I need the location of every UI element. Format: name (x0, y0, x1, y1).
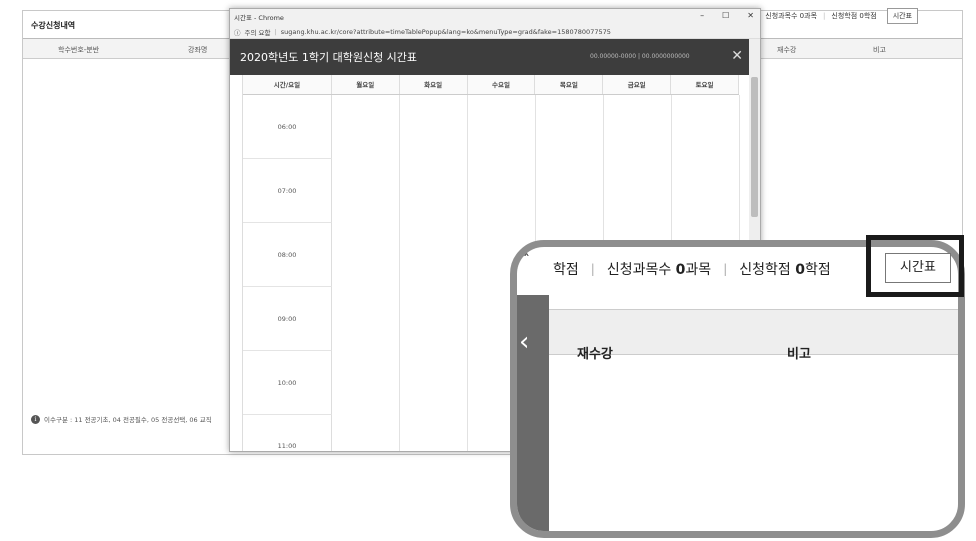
separator: | (823, 12, 826, 20)
day-column-monday (332, 95, 400, 451)
time-slot: 11:00 (243, 415, 332, 451)
course-type-note-text: 이수구분 : 11 전공기초, 04 전공필수, 05 전공선택, 06 교직 (44, 416, 212, 424)
course-type-note: i 이수구분 : 11 전공기초, 04 전공필수, 05 전공선택, 06 교… (31, 414, 212, 424)
student-info: 00.00000-0000 | 00.0000000000 (590, 53, 690, 60)
column-retake: 재수강 (777, 46, 797, 54)
scrollbar-thumb[interactable] (751, 77, 758, 217)
separator: | (723, 262, 728, 276)
url-text: sugang.khu.ac.kr/core?attribute=timeTabl… (280, 27, 611, 36)
header-time-day: 시간/요일 (243, 75, 332, 94)
timetable-button[interactable]: 시간표 (886, 8, 919, 24)
column-course-name: 강좌명 (188, 46, 208, 54)
time-slot: 09:00 (243, 287, 332, 351)
window-close-icon[interactable]: ✕ (747, 11, 754, 20)
credit-count-value: 0 (795, 262, 805, 278)
page-title: 수강신청내역 (31, 21, 76, 30)
column-note: 비고 (873, 46, 886, 54)
header-wednesday: 수요일 (468, 75, 536, 94)
time-slot: 08:00 (243, 223, 332, 287)
header-thursday: 목요일 (535, 75, 604, 94)
window-title: 시간표 - Chrome (234, 14, 284, 22)
zoom-credit-count: 신청학점 0학점 (739, 259, 831, 279)
course-count: 신청과목수 0과목 (765, 12, 818, 20)
course-count-value: 0 (675, 262, 686, 278)
header-saturday: 토요일 (671, 75, 739, 94)
popup-title: 2020학년도 1학기 대학원신청 시간표 (240, 51, 418, 64)
popup-edge-top (517, 247, 549, 295)
credit-count-unit: 학점 (804, 262, 831, 278)
summary-toolbar: 학점 | 신청과목수 0과목 | 신청학점 0학점 시간표 (738, 8, 919, 24)
credit-count: 신청학점 0학점 (831, 12, 877, 20)
time-slot: 06:00 (243, 95, 332, 159)
window-titlebar: 시간표 - Chrome – ☐ ✕ (230, 9, 760, 25)
column-course-number: 학수번호-분반 (58, 46, 100, 54)
close-icon[interactable]: ✕ (731, 49, 743, 63)
minimize-icon[interactable]: – (700, 11, 704, 20)
warning-icon: ⓘ (234, 28, 241, 37)
security-warning: 주의 요함 (244, 28, 271, 37)
credit-count-label: 신청학점 (739, 262, 796, 278)
time-column: 06:00 07:00 08:00 09:00 10:00 11:00 (243, 95, 332, 451)
course-count-unit: 과목 (685, 262, 712, 278)
zoom-summary-toolbar: 학점 | 신청과목수 0과목 | 신청학점 0학점 (553, 259, 831, 279)
header-tuesday: 화요일 (400, 75, 468, 94)
window-controls: – ☐ ✕ (700, 11, 754, 20)
header-monday: 월요일 (332, 75, 400, 94)
timetable-header-row: 시간/요일 월요일 화요일 수요일 목요일 금요일 토요일 (243, 75, 739, 95)
separator: | (590, 262, 595, 276)
chevron-left-icon: ‹ (519, 327, 530, 357)
maximize-icon[interactable]: ☐ (722, 11, 729, 20)
zoom-course-count: 신청과목수 0과목 (607, 259, 711, 279)
popup-header: 2020학년도 1학기 대학원신청 시간표 00.00000-0000 | 00… (230, 39, 751, 75)
time-slot: 10:00 (243, 351, 332, 415)
zoom-column-note: 비고 (787, 347, 811, 362)
separator: | (274, 27, 277, 36)
zoom-column-retake: 재수강 (577, 347, 613, 362)
zoom-timetable-button[interactable]: 시간표 (885, 253, 951, 283)
course-count-label: 신청과목수 (606, 262, 676, 278)
chevron-up-icon: ˆ (523, 253, 530, 269)
address-bar[interactable]: ⓘ 주의 요함 | sugang.khu.ac.kr/core?attribut… (230, 25, 760, 39)
time-slot: 07:00 (243, 159, 332, 223)
info-icon: i (31, 414, 40, 424)
day-column-tuesday (400, 95, 468, 451)
header-friday: 금요일 (603, 75, 672, 94)
zoom-credits-label: 학점 (553, 262, 579, 278)
